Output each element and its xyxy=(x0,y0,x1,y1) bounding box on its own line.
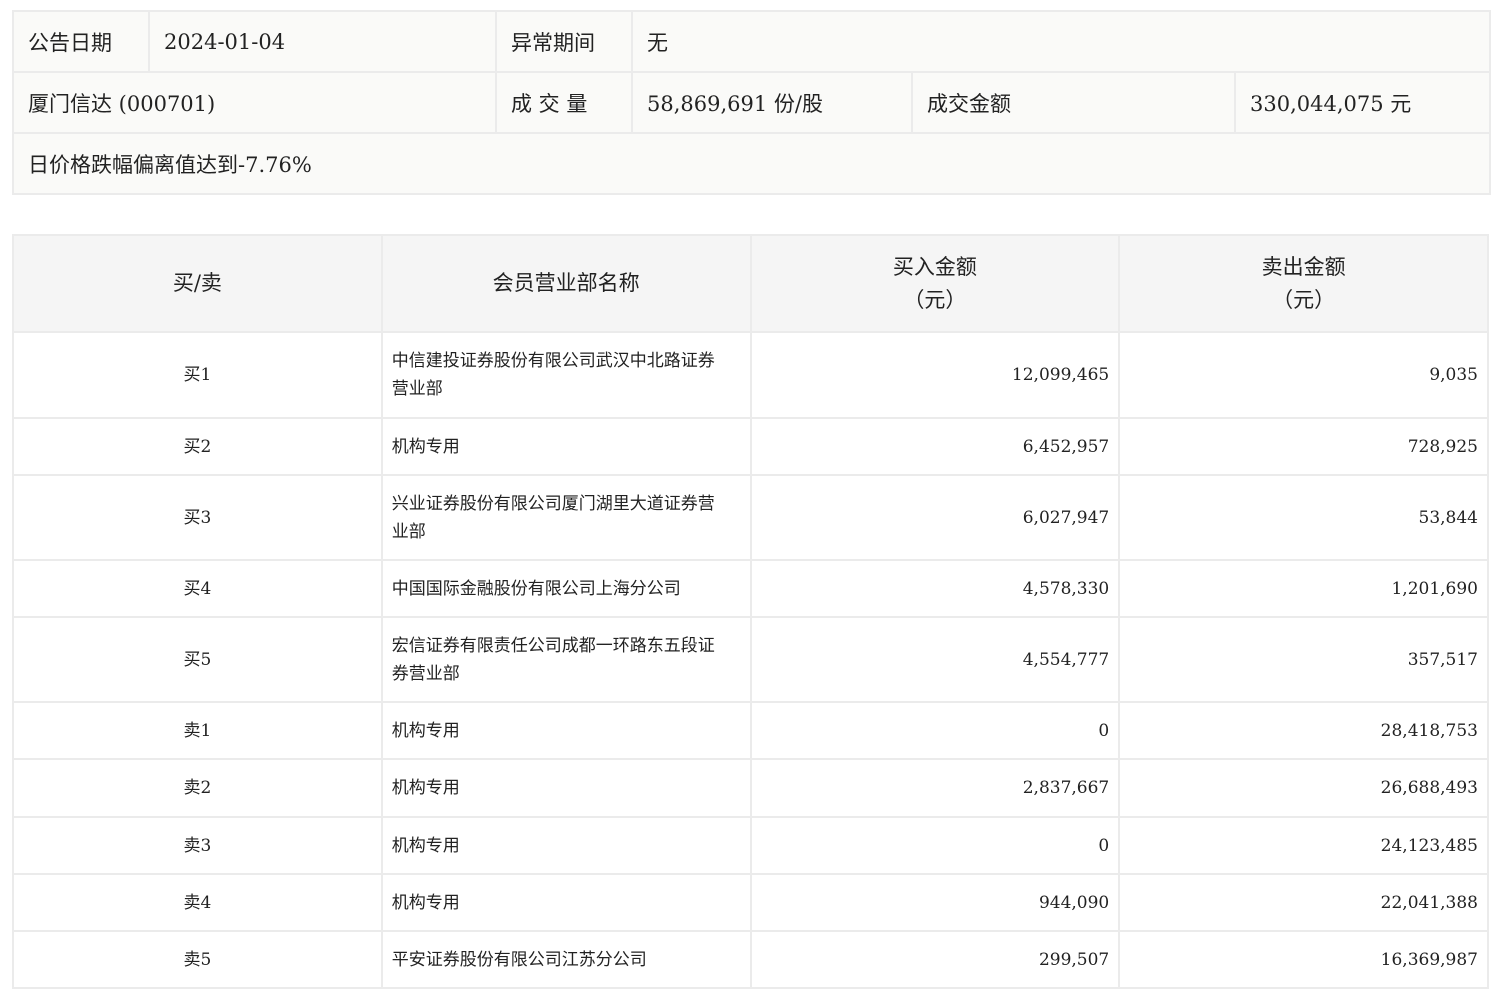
sell-amount-cell: 9,035 xyxy=(1118,331,1489,419)
info-row: 公告日期 2024-01-04 异常期间 无 xyxy=(12,10,1491,73)
side-cell: 卖5 xyxy=(12,930,383,989)
buy-amount-cell: 2,837,667 xyxy=(749,758,1121,818)
broker-name-cell: 兴业证券股份有限公司厦门湖里大道证券营业部 xyxy=(380,474,752,561)
buy-amount-cell: 6,027,947 xyxy=(749,474,1121,561)
side-cell: 卖2 xyxy=(12,758,383,818)
sell-amount-cell: 53,844 xyxy=(1118,474,1489,561)
side-cell: 买2 xyxy=(12,417,383,476)
date-value: 2024-01-04 xyxy=(148,10,497,73)
volume-value: 58,869,691 份/股 xyxy=(631,71,913,134)
buy-amount-cell: 4,554,777 xyxy=(749,616,1121,703)
broker-name-cell: 机构专用 xyxy=(380,873,752,932)
broker-name-cell: 宏信证券有限责任公司成都一环路东五段证券营业部 xyxy=(380,616,752,703)
buy-amount-cell: 0 xyxy=(749,701,1121,760)
table-row: 买3 兴业证券股份有限公司厦门湖里大道证券营业部 6,027,947 53,844 xyxy=(12,474,1489,561)
side-cell: 卖1 xyxy=(12,701,383,760)
stock-name: 厦门信达 (000701) xyxy=(12,71,497,134)
sell-amount-cell: 357,517 xyxy=(1118,616,1489,703)
sell-amount-cell: 16,369,987 xyxy=(1118,930,1489,989)
side-cell: 卖3 xyxy=(12,816,383,875)
buy-amount-cell: 6,452,957 xyxy=(749,417,1121,476)
sell-amount-cell: 728,925 xyxy=(1118,417,1489,476)
volume-label: 成 交 量 xyxy=(495,71,633,134)
broker-name-cell: 机构专用 xyxy=(380,816,752,875)
header-buy: 买入金额 （元） xyxy=(749,234,1121,333)
broker-name-cell: 平安证券股份有限公司江苏分公司 xyxy=(380,930,752,989)
side-cell: 买1 xyxy=(12,331,383,419)
table-row: 买4 中国国际金融股份有限公司上海分公司 4,578,330 1,201,690 xyxy=(12,559,1489,618)
side-cell: 买5 xyxy=(12,616,383,703)
header-side: 买/卖 xyxy=(12,234,383,333)
reason: 日价格跌幅偏离值达到-7.76% xyxy=(12,132,1491,195)
broker-name-cell: 中信建投证券股份有限公司武汉中北路证券营业部 xyxy=(380,331,752,419)
sell-amount-cell: 24,123,485 xyxy=(1118,816,1489,875)
broker-table: 买/卖 会员营业部名称 买入金额 （元） 卖出金额 （元） 买1 中信建投证券股份… xyxy=(12,234,1489,989)
buy-amount-cell: 944,090 xyxy=(749,873,1121,932)
broker-name-cell: 中国国际金融股份有限公司上海分公司 xyxy=(380,559,752,618)
table-row: 买1 中信建投证券股份有限公司武汉中北路证券营业部 12,099,465 9,035 xyxy=(12,331,1489,419)
side-cell: 买4 xyxy=(12,559,383,618)
info-row: 日价格跌幅偏离值达到-7.76% xyxy=(12,132,1491,195)
side-cell: 买3 xyxy=(12,474,383,561)
period-label: 异常期间 xyxy=(495,10,633,73)
table-row: 卖4 机构专用 944,090 22,041,388 xyxy=(12,873,1489,932)
buy-amount-cell: 299,507 xyxy=(749,930,1121,989)
side-cell: 卖4 xyxy=(12,873,383,932)
period-value: 无 xyxy=(631,10,1491,73)
sell-amount-cell: 22,041,388 xyxy=(1118,873,1489,932)
broker-name-cell: 机构专用 xyxy=(380,417,752,476)
table-row: 卖1 机构专用 0 28,418,753 xyxy=(12,701,1489,760)
table-row: 买2 机构专用 6,452,957 728,925 xyxy=(12,417,1489,476)
sell-amount-cell: 28,418,753 xyxy=(1118,701,1489,760)
date-label: 公告日期 xyxy=(12,10,150,73)
amount-value: 330,044,075 元 xyxy=(1234,71,1491,134)
buy-amount-cell: 4,578,330 xyxy=(749,559,1121,618)
amount-label: 成交金额 xyxy=(911,71,1236,134)
table-row: 卖3 机构专用 0 24,123,485 xyxy=(12,816,1489,875)
table-row: 卖2 机构专用 2,837,667 26,688,493 xyxy=(12,758,1489,818)
table-header: 买/卖 会员营业部名称 买入金额 （元） 卖出金额 （元） xyxy=(12,234,1489,333)
broker-name-cell: 机构专用 xyxy=(380,758,752,818)
header-sell: 卖出金额 （元） xyxy=(1118,234,1489,333)
sell-amount-cell: 26,688,493 xyxy=(1118,758,1489,818)
broker-name-cell: 机构专用 xyxy=(380,701,752,760)
header-broker: 会员营业部名称 xyxy=(380,234,752,333)
buy-amount-cell: 12,099,465 xyxy=(749,331,1121,419)
sell-amount-cell: 1,201,690 xyxy=(1118,559,1489,618)
info-row: 厦门信达 (000701) 成 交 量 58,869,691 份/股 成交金额 … xyxy=(12,71,1491,134)
buy-amount-cell: 0 xyxy=(749,816,1121,875)
table-row: 买5 宏信证券有限责任公司成都一环路东五段证券营业部 4,554,777 357,51… xyxy=(12,616,1489,703)
table-row: 卖5 平安证券股份有限公司江苏分公司 299,507 16,369,987 xyxy=(12,930,1489,989)
info-table: 公告日期 2024-01-04 异常期间 无 厦门信达 (000701) 成 交… xyxy=(12,10,1491,195)
